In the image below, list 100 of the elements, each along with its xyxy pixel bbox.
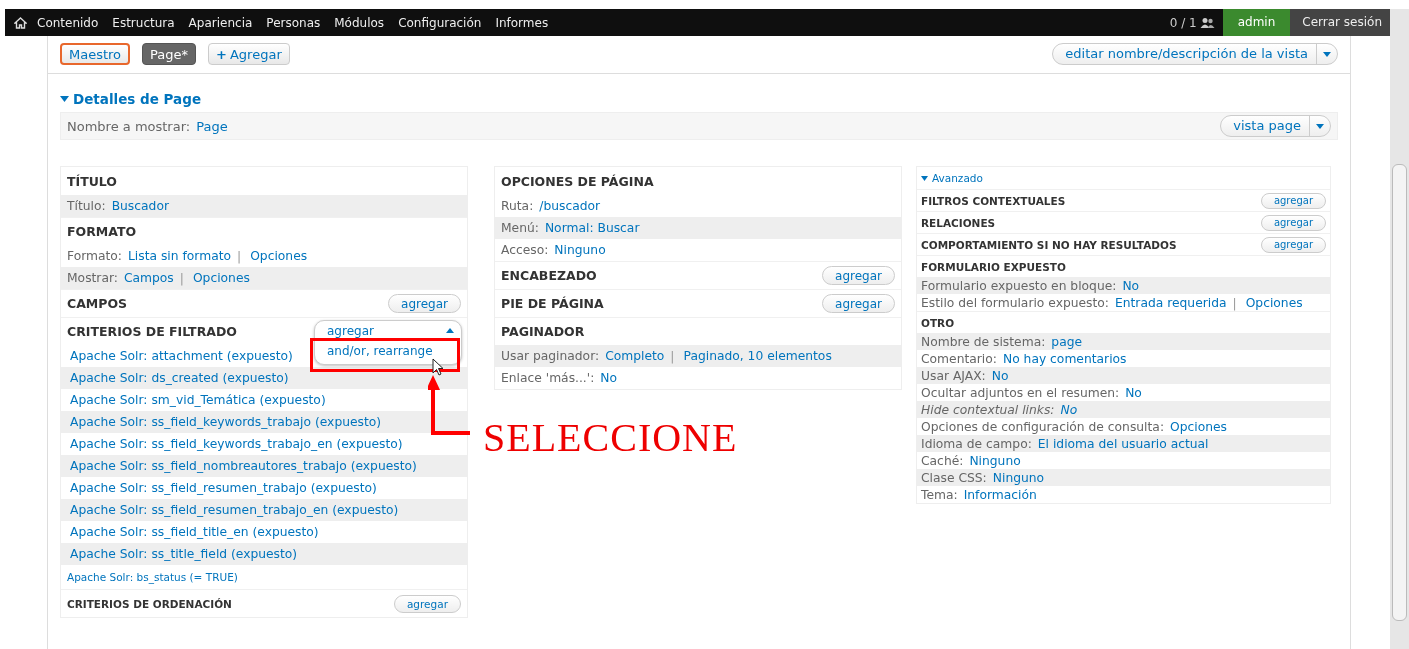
setting-link[interactable]: Apache Solr: ss_field_title_en (expuesto)	[70, 525, 319, 539]
menu-link[interactable]: Informes	[495, 15, 549, 30]
advanced-toggle[interactable]: Avanzado	[917, 167, 1330, 189]
field-label: Título:	[67, 199, 106, 213]
setting-link[interactable]: No	[991, 368, 1009, 383]
separator: |	[1232, 295, 1237, 310]
setting-link[interactable]: Campos	[123, 271, 174, 285]
field-label: Ruta:	[501, 199, 534, 213]
setting-link[interactable]: El idioma del usuario actual	[1037, 436, 1209, 451]
section-heading: ENCABEZADO	[501, 268, 597, 283]
arrow-drawing	[428, 375, 470, 437]
setting-link[interactable]: Ninguno	[554, 243, 606, 257]
add-button[interactable]: agregar	[822, 294, 895, 313]
add-display-button[interactable]: + Agregar	[208, 43, 290, 65]
cursor-icon	[432, 358, 444, 376]
logout-link[interactable]: Cerrar sesión	[1290, 9, 1390, 36]
menu-link[interactable]: Configuración	[398, 15, 482, 30]
field-label: Hide contextual links:	[921, 402, 1055, 417]
section-title: Detalles de Page	[73, 91, 202, 107]
separator: |	[670, 349, 675, 363]
section-heading: CRITERIOS DE ORDENACIÓN	[67, 597, 232, 610]
view-button[interactable]: vista page	[1220, 115, 1331, 137]
add-link[interactable]: agregar	[327, 323, 374, 338]
field-label: Usar AJAX:	[921, 368, 986, 383]
field-label: Nombre a mostrar:	[67, 118, 191, 134]
menu-link[interactable]: Módulos	[334, 15, 385, 30]
section-heading: OPCIONES DE PÁGINA	[501, 173, 654, 189]
field-label: Nombre de sistema:	[921, 334, 1046, 349]
add-button[interactable]: agregar	[1260, 236, 1326, 253]
field-label: Formato:	[67, 249, 122, 263]
menu-link[interactable]: Estructura	[112, 15, 175, 30]
setting-link[interactable]: Normal: Buscar	[544, 221, 640, 235]
display-tab[interactable]: Page*	[142, 43, 197, 65]
section-heading: PIE DE PÁGINA	[501, 296, 604, 311]
setting-link[interactable]: Opciones	[250, 249, 308, 263]
field-label: Estilo del formulario expuesto:	[921, 295, 1109, 310]
setting-link[interactable]: No	[1060, 402, 1078, 417]
users-online-count: 0 / 1	[1169, 15, 1197, 30]
setting-link[interactable]: Completo	[605, 349, 665, 363]
section-heading: OTRO	[921, 316, 955, 329]
field-label: Acceso:	[501, 243, 549, 257]
field-label: Formulario expuesto en bloque:	[921, 278, 1117, 293]
add-button[interactable]: agregar	[822, 266, 895, 285]
setting-link[interactable]: Ninguno	[969, 453, 1021, 468]
setting-link[interactable]: /buscador	[539, 199, 601, 213]
separator: |	[237, 249, 242, 263]
section-heading: TÍTULO	[67, 173, 117, 189]
setting-link[interactable]: Paginado, 10 elementos	[683, 349, 832, 363]
setting-link[interactable]: page	[1051, 334, 1083, 349]
users-icon	[1199, 16, 1215, 29]
field-label: Tema:	[921, 487, 958, 502]
setting-link[interactable]: No hay comentarios	[1002, 351, 1127, 366]
section-heading: CRITERIOS DE FILTRADO	[67, 324, 237, 339]
caret-down-icon	[60, 96, 69, 102]
section-heading: FORMATO	[67, 224, 137, 239]
display-tab[interactable]: Maestro	[60, 43, 131, 65]
setting-link[interactable]: Lista sin formato	[128, 249, 232, 263]
caret-up-icon	[446, 328, 454, 333]
field-label: Comentario:	[921, 351, 997, 366]
setting-link[interactable]: No	[1122, 278, 1140, 293]
home-icon[interactable]	[14, 16, 27, 29]
setting-link[interactable]: Opciones	[1245, 295, 1303, 310]
menu-link[interactable]: Contenido	[37, 15, 99, 30]
add-button[interactable]: agregar	[388, 294, 461, 313]
caret-down-icon	[1316, 123, 1324, 129]
setting-link[interactable]: Ninguno	[992, 470, 1045, 485]
scrollbar[interactable]	[1390, 9, 1409, 649]
field-label: Clase CSS:	[921, 470, 987, 485]
section-heading: FORMULARIO EXPUESTO	[921, 260, 1066, 273]
display-name-link[interactable]: Page	[196, 118, 228, 134]
menu-link[interactable]: Apariencia	[188, 15, 253, 30]
setting-link[interactable]: No	[1125, 385, 1142, 400]
field-label: Caché:	[921, 453, 964, 468]
add-button[interactable]: agregar	[1260, 214, 1326, 231]
section-toggle[interactable]: Detalles de Page	[60, 90, 1338, 108]
annotation-label: SELECCIONE	[483, 414, 738, 461]
add-dropdown[interactable]: agregar and/or, rearrange	[314, 320, 462, 365]
field-label: Menú:	[501, 221, 539, 235]
setting-link[interactable]: Opciones	[1170, 419, 1227, 434]
setting-link[interactable]: Buscador	[111, 199, 169, 213]
setting-link[interactable]: Apache Solr: bs_status (= TRUE)	[67, 571, 238, 583]
field-label: Ocultar adjuntos en el resumen:	[921, 385, 1120, 400]
user-link[interactable]: admin	[1222, 9, 1291, 36]
add-button[interactable]: agregar	[1260, 192, 1326, 209]
setting-link[interactable]: Apache Solr: attachment (expuesto)	[70, 349, 293, 363]
add-button[interactable]: agregar	[393, 594, 461, 613]
setting-link[interactable]: Apache Solr: ss_field_resumen_trabajo (expuesto)	[70, 481, 377, 495]
setting-link[interactable]: Entrada requerida	[1114, 295, 1227, 310]
section-heading: RELACIONES	[921, 216, 996, 229]
setting-link[interactable]: Opciones	[192, 271, 250, 285]
edit-view-button[interactable]: editar nombre/descripción de la vista	[1052, 43, 1338, 65]
section-heading: CAMPOS	[67, 296, 128, 311]
menu-link[interactable]: Personas	[266, 15, 321, 30]
setting-link[interactable]: Apache Solr: ss_field_keywords_trabajo_en (expuesto)	[70, 437, 403, 451]
field-label: Idioma de campo:	[921, 436, 1032, 451]
setting-link[interactable]: Información	[963, 487, 1037, 502]
field-label: Opciones de configuración de consulta:	[921, 419, 1165, 434]
setting-link[interactable]: No	[600, 371, 618, 385]
separator: |	[179, 271, 184, 285]
setting-link[interactable]: Apache Solr: sm_vid_Temática (expuesto)	[70, 393, 326, 407]
